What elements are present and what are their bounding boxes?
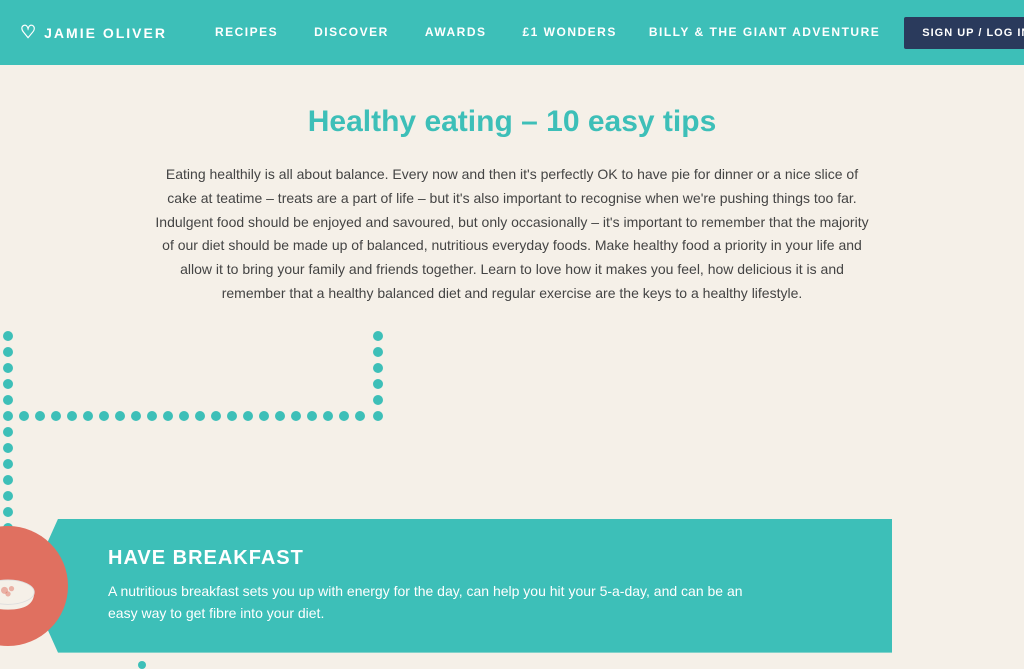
dotted-path-section	[0, 326, 892, 546]
page-title: Healthy eating – 10 easy tips	[152, 105, 872, 139]
logo-text: JAMIE OLIVER	[44, 25, 167, 41]
breakfast-card: HAVE BREAKFAST A nutritious breakfast se…	[28, 519, 892, 653]
main-nav: ♡ JAMIE OLIVER RECIPES DISCOVER AWARDS £…	[0, 0, 1024, 65]
breakfast-title: HAVE BREAKFAST	[108, 547, 852, 570]
main-content: Healthy eating – 10 easy tips Eating hea…	[132, 65, 892, 306]
nav-adventure[interactable]: BILLY & THE GIANT ADVENTURE	[635, 25, 894, 39]
breakfast-section: HAVE BREAKFAST A nutritious breakfast se…	[0, 516, 892, 656]
bottom-dot	[138, 661, 146, 669]
heart-icon: ♡	[20, 22, 38, 43]
breakfast-text: A nutritious breakfast sets you up with …	[108, 580, 748, 625]
nav-links: RECIPES DISCOVER AWARDS £1 WONDERS BILLY…	[197, 25, 894, 39]
intro-paragraph: Eating healthily is all about balance. E…	[152, 163, 872, 306]
bowl-icon	[0, 551, 43, 621]
nav-wonders[interactable]: £1 WONDERS	[504, 25, 634, 39]
signin-button[interactable]: SIGN UP / LOG IN	[904, 17, 1024, 49]
nav-awards[interactable]: AWARDS	[407, 25, 505, 39]
site-logo[interactable]: ♡ JAMIE OLIVER	[20, 22, 167, 43]
nav-recipes[interactable]: RECIPES	[197, 25, 296, 39]
path-svg	[0, 326, 892, 546]
nav-discover[interactable]: DISCOVER	[296, 25, 407, 39]
